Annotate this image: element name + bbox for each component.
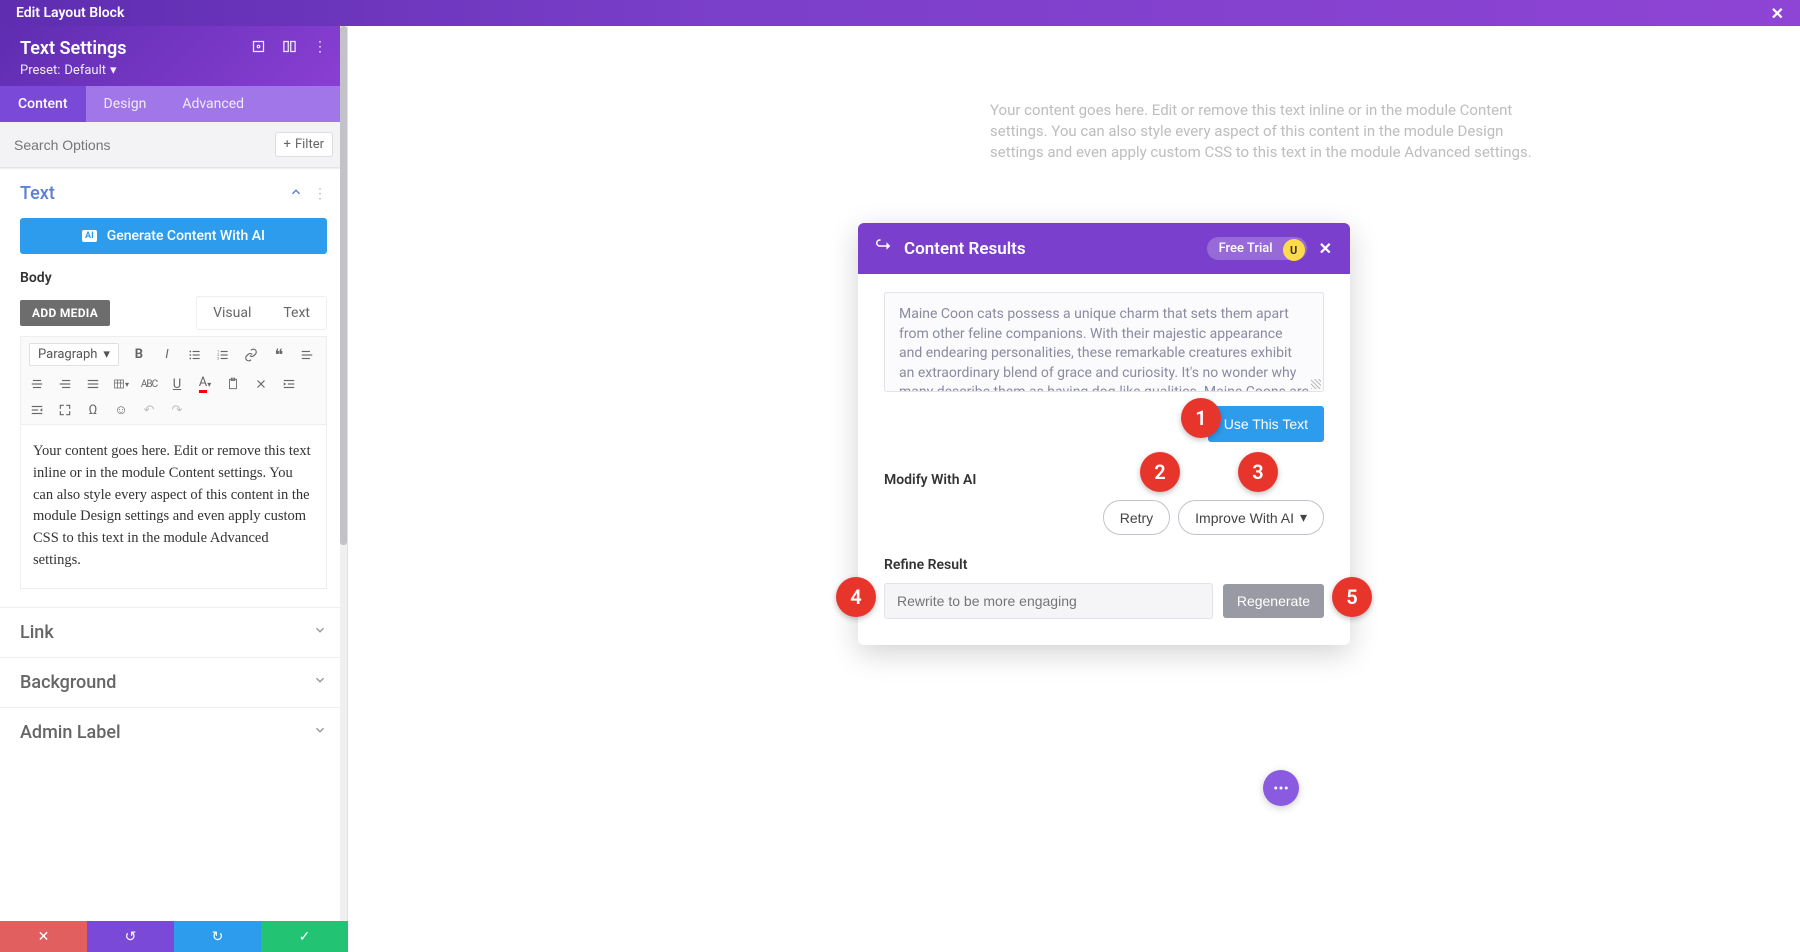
- top-banner-title: Edit Layout Block: [16, 5, 124, 21]
- callout-5: 5: [1332, 577, 1372, 617]
- chevron-down-icon: ▾: [1300, 509, 1307, 526]
- body-label: Body: [20, 270, 327, 286]
- tab-advanced[interactable]: Advanced: [164, 86, 262, 122]
- chevron-down-icon: [313, 673, 327, 691]
- outdent-icon[interactable]: [29, 402, 45, 418]
- tab-design[interactable]: Design: [86, 86, 165, 122]
- use-this-text-button[interactable]: Use This Text: [1208, 406, 1324, 442]
- retry-button[interactable]: Retry: [1103, 500, 1170, 535]
- generate-ai-button[interactable]: AI Generate Content With AI: [20, 218, 327, 254]
- underline-icon[interactable]: U: [169, 376, 185, 392]
- sections-scroll: Text ⋮ AI Generate Content With AI Body …: [0, 168, 347, 921]
- regenerate-button[interactable]: Regenerate: [1223, 584, 1324, 618]
- quote-icon[interactable]: ❝: [271, 347, 287, 363]
- plus-icon: +: [284, 137, 291, 152]
- section-admin-label-header[interactable]: Admin Label: [0, 708, 347, 757]
- undo-icon[interactable]: ↶: [141, 402, 157, 418]
- add-media-button[interactable]: ADD MEDIA: [20, 300, 110, 326]
- chevron-down-icon: ▾: [110, 63, 117, 78]
- callout-4: 4: [836, 577, 876, 617]
- text-color-icon[interactable]: A▾: [197, 376, 213, 392]
- resize-handle[interactable]: [1311, 379, 1321, 389]
- settings-sidebar: Text Settings ⋮ Preset: Default ▾ Conten: [0, 26, 348, 921]
- refine-input[interactable]: [884, 583, 1213, 619]
- more-icon[interactable]: ⋮: [313, 39, 327, 58]
- redo-icon[interactable]: ↷: [169, 402, 185, 418]
- settings-title: Text Settings: [20, 38, 251, 59]
- align-center-icon[interactable]: [29, 376, 45, 392]
- undo-button[interactable]: ↺: [87, 921, 174, 952]
- body-editor[interactable]: Your content goes here. Edit or remove t…: [20, 425, 327, 589]
- table-icon[interactable]: ▾: [113, 376, 129, 392]
- section-link-header[interactable]: Link: [0, 608, 347, 657]
- redo-button[interactable]: ↻: [174, 921, 261, 952]
- refine-result-label: Refine Result: [884, 557, 1324, 573]
- upgrade-badge-icon: U: [1283, 239, 1305, 261]
- bold-icon[interactable]: B: [131, 347, 147, 363]
- rte-tab-text[interactable]: Text: [267, 297, 326, 329]
- chevron-down-icon: ▾: [103, 347, 110, 362]
- fab-more-icon[interactable]: [1263, 770, 1299, 806]
- cancel-button[interactable]: ✕: [0, 921, 87, 952]
- settings-header: Text Settings ⋮ Preset: Default ▾: [0, 26, 347, 86]
- fullscreen2-icon[interactable]: [57, 402, 73, 418]
- link-icon[interactable]: [243, 347, 259, 363]
- paragraph-select[interactable]: Paragraph ▾: [29, 343, 119, 366]
- tab-content[interactable]: Content: [0, 86, 86, 122]
- chevron-down-icon: [313, 623, 327, 641]
- paste-icon[interactable]: [225, 376, 241, 392]
- back-icon[interactable]: [876, 237, 894, 260]
- search-input[interactable]: [14, 137, 275, 153]
- improve-with-ai-button[interactable]: Improve With AI ▾: [1178, 500, 1324, 535]
- align-justify-icon[interactable]: [85, 376, 101, 392]
- svg-text:3: 3: [217, 356, 219, 360]
- sidebar-scrollbar[interactable]: [340, 26, 347, 921]
- free-trial-pill[interactable]: Free Trial U: [1207, 237, 1307, 260]
- rte-tab-visual[interactable]: Visual: [197, 297, 267, 329]
- special-char-icon[interactable]: Ω: [85, 402, 101, 418]
- clear-format-icon[interactable]: [253, 376, 269, 392]
- section-text-header[interactable]: Text ⋮: [0, 169, 347, 218]
- fullscreen-icon[interactable]: [251, 39, 266, 58]
- callout-1: 1: [1181, 398, 1221, 438]
- settings-tabs: Content Design Advanced: [0, 86, 347, 122]
- rte-toolbar: Paragraph ▾ B I 123 ❝: [20, 336, 327, 425]
- bullet-list-icon[interactable]: [187, 347, 203, 363]
- indent-icon[interactable]: [281, 376, 297, 392]
- close-icon[interactable]: ✕: [1771, 4, 1784, 23]
- emoji-icon[interactable]: ☺: [113, 402, 129, 418]
- section-background-header[interactable]: Background: [0, 658, 347, 707]
- dialog-title: Content Results: [904, 239, 1026, 259]
- filter-button[interactable]: + Filter: [275, 132, 333, 157]
- close-dialog-icon[interactable]: ✕: [1319, 239, 1332, 258]
- italic-icon[interactable]: I: [159, 347, 175, 363]
- numbered-list-icon[interactable]: 123: [215, 347, 231, 363]
- content-results-dialog: Content Results Free Trial U ✕ Maine Coo…: [858, 223, 1350, 645]
- preset-selector[interactable]: Preset: Default ▾: [20, 63, 327, 78]
- ai-badge-icon: AI: [82, 230, 97, 242]
- chevron-down-icon: [313, 723, 327, 741]
- chevron-up-icon: [289, 185, 303, 203]
- ai-result-textarea[interactable]: Maine Coon cats possess a unique charm t…: [884, 292, 1324, 392]
- align-left-icon[interactable]: [299, 347, 315, 363]
- bottom-action-bar: ✕ ↺ ↻ ✓: [0, 921, 348, 952]
- search-filter-row: + Filter: [0, 122, 347, 168]
- callout-2: 2: [1140, 452, 1180, 492]
- strikethrough-icon[interactable]: ABC: [141, 376, 157, 392]
- callout-3: 3: [1238, 452, 1278, 492]
- section-menu-icon[interactable]: ⋮: [313, 186, 327, 202]
- top-banner: Edit Layout Block ✕: [0, 0, 1800, 26]
- editor-canvas: Your content goes here. Edit or remove t…: [348, 26, 1800, 921]
- columns-icon[interactable]: [282, 39, 297, 58]
- canvas-placeholder-text[interactable]: Your content goes here. Edit or remove t…: [990, 100, 1554, 163]
- save-button[interactable]: ✓: [261, 921, 348, 952]
- align-right-icon[interactable]: [57, 376, 73, 392]
